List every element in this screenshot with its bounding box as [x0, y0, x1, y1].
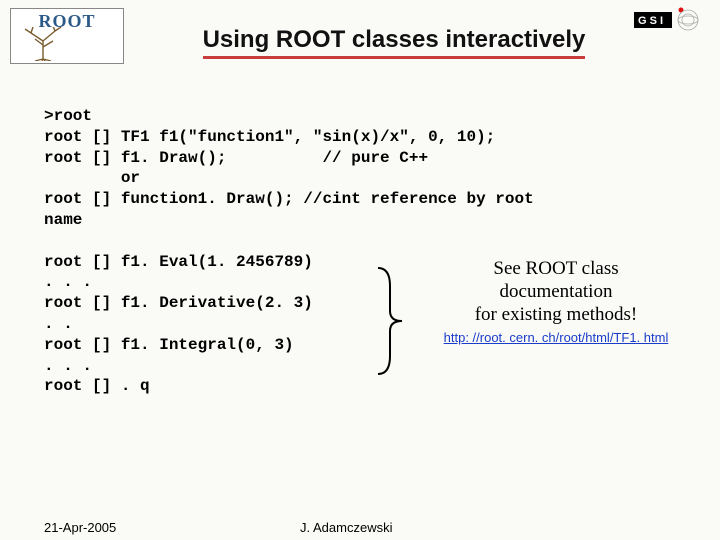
gsi-logo: G S I [634, 6, 704, 34]
code-line: . . . [44, 273, 92, 291]
code-line: root [] f1. Derivative(2. 3) [44, 294, 313, 312]
code-line: root [] f1. Draw(); // pure C++ [44, 149, 428, 167]
code-line: root [] . q [44, 377, 150, 395]
side-line: documentation [416, 281, 696, 304]
side-note: See ROOT class documentation for existin… [416, 258, 696, 347]
code-block: >root root [] TF1 f1("function1", "sin(x… [0, 78, 720, 397]
code-line: root [] f1. Eval(1. 2456789) [44, 253, 313, 271]
side-line: See ROOT class [416, 258, 696, 281]
side-line: for existing methods! [416, 304, 696, 327]
footer-date: 21-Apr-2005 [44, 520, 116, 535]
code-line: . . [44, 315, 73, 333]
code-line: . . . [44, 357, 92, 375]
slide-title: Using ROOT classes interactively [203, 26, 586, 59]
code-line: name [44, 211, 82, 229]
tree-icon [13, 27, 73, 61]
root-logo: ROOT [10, 8, 124, 64]
footer-author: J. Adamczewski [300, 520, 392, 535]
code-line: >root [44, 107, 92, 125]
slide-title-wrap: Using ROOT classes interactively [124, 26, 704, 59]
code-line: root [] TF1 f1("function1", "sin(x)/x", … [44, 128, 495, 146]
doc-link[interactable]: http: //root. cern. ch/root/html/TF1. ht… [444, 330, 669, 345]
code-line: root [] f1. Integral(0, 3) [44, 336, 294, 354]
svg-text:G S I: G S I [638, 15, 663, 27]
code-line: or [44, 169, 140, 187]
code-line: root [] function1. Draw(); //cint refere… [44, 190, 534, 208]
curly-brace-icon [370, 266, 410, 376]
